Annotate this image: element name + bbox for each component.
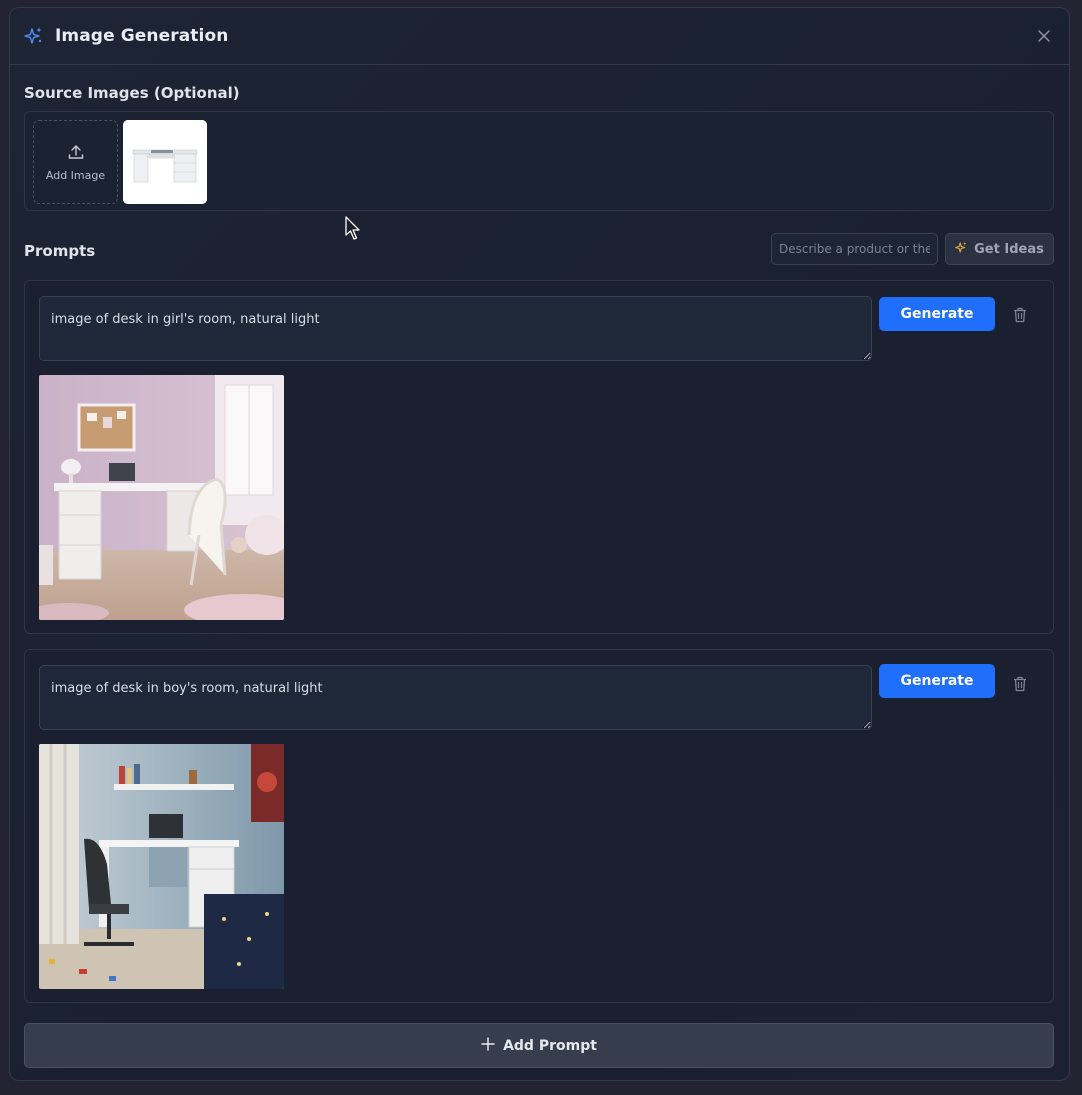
generate-button[interactable]: Generate	[879, 297, 995, 331]
prompt-input[interactable]: image of desk in girl's room, natural li…	[39, 296, 872, 361]
add-image-label: Add Image	[45, 168, 106, 182]
upload-icon	[67, 143, 85, 165]
trash-icon[interactable]	[1011, 674, 1029, 694]
plus-icon	[481, 1036, 495, 1055]
close-icon[interactable]	[1033, 25, 1055, 47]
trash-icon[interactable]	[1011, 305, 1029, 325]
idea-input[interactable]	[771, 233, 938, 265]
generated-image[interactable]	[39, 375, 284, 620]
sparkle-icon	[955, 241, 968, 258]
image-generation-dialog: Image Generation Source Images (Optional…	[9, 7, 1070, 1081]
add-prompt-label: Add Prompt	[503, 1037, 597, 1054]
generate-button[interactable]: Generate	[879, 664, 995, 698]
cursor-icon	[345, 216, 361, 242]
add-image-button[interactable]: Add Image	[33, 120, 118, 204]
generated-image[interactable]	[39, 744, 284, 989]
prompt-card: image of desk in girl's room, natural li…	[24, 280, 1054, 634]
dialog-title: Image Generation	[55, 26, 229, 46]
add-prompt-button[interactable]: Add Prompt	[24, 1023, 1054, 1068]
prompt-input[interactable]: image of desk in boy's room, natural lig…	[39, 665, 872, 730]
get-ideas-button[interactable]: Get Ideas	[945, 233, 1054, 265]
prompt-card: image of desk in boy's room, natural lig…	[24, 649, 1054, 1003]
source-images-area: Add Image	[24, 111, 1054, 211]
sparkle-icon	[24, 26, 44, 46]
dialog-header: Image Generation	[10, 8, 1069, 65]
get-ideas-label: Get Ideas	[974, 241, 1044, 257]
prompts-label: Prompts	[24, 242, 96, 260]
source-image-thumbnail[interactable]	[123, 120, 207, 204]
source-images-label: Source Images (Optional)	[24, 84, 240, 102]
